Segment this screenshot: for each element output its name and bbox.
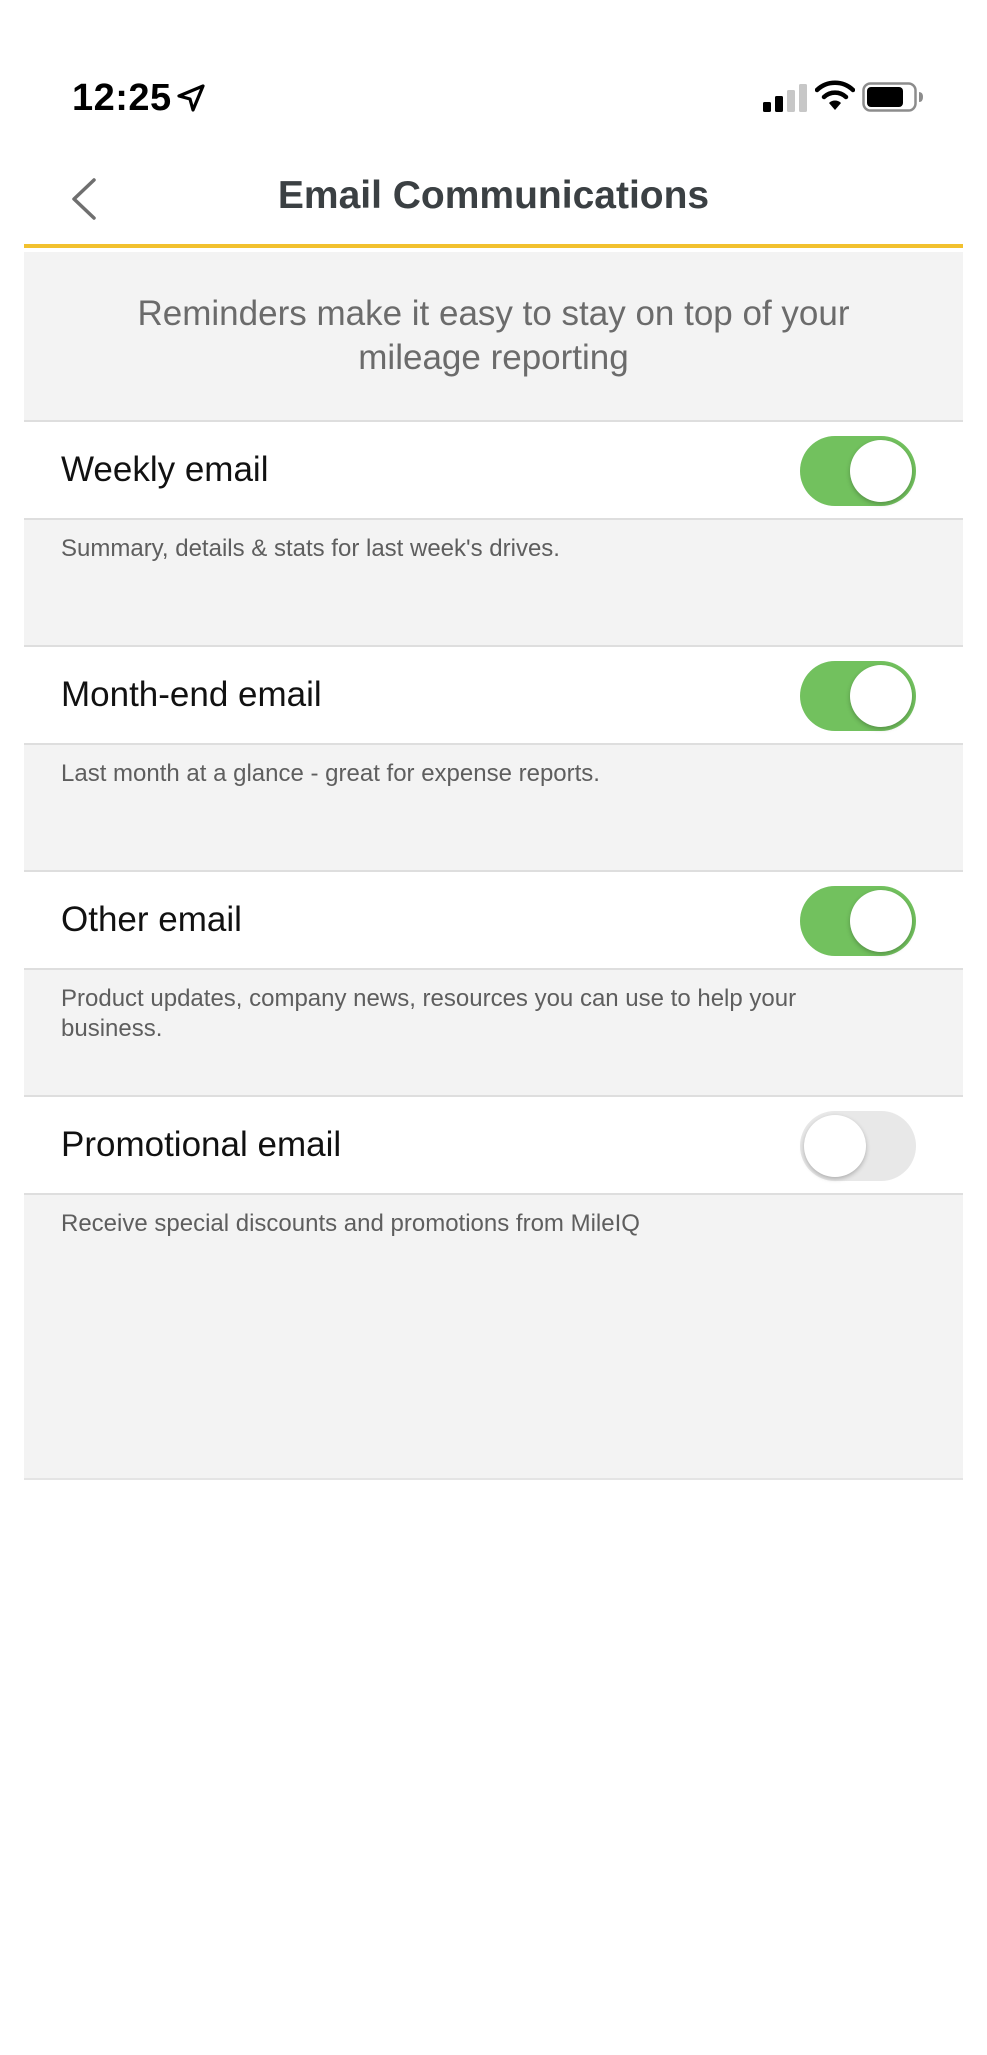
setting-row-promotional-email: Promotional email bbox=[24, 1097, 963, 1195]
toggle-knob bbox=[850, 890, 912, 952]
month-end-email-toggle[interactable] bbox=[800, 661, 916, 731]
cellular-signal-icon bbox=[763, 84, 807, 112]
toggle-knob bbox=[850, 440, 912, 502]
other-email-toggle[interactable] bbox=[800, 886, 916, 956]
setting-row-month-end-email: Month-end email bbox=[24, 647, 963, 745]
intro-text: Reminders make it easy to stay on top of… bbox=[24, 252, 963, 422]
status-bar: 12:25 bbox=[0, 0, 987, 140]
setting-description: Product updates, company news, resources… bbox=[24, 970, 963, 1097]
wifi-icon bbox=[815, 80, 855, 110]
settings-panel: Reminders make it easy to stay on top of… bbox=[24, 252, 963, 1480]
weekly-email-toggle[interactable] bbox=[800, 436, 916, 506]
status-time: 12:25 bbox=[72, 77, 172, 119]
setting-description: Summary, details & stats for last week's… bbox=[24, 520, 963, 647]
battery-icon bbox=[862, 82, 923, 112]
page-title: Email Communications bbox=[277, 174, 710, 217]
setting-row-weekly-email: Weekly email bbox=[24, 422, 963, 520]
toggle-knob bbox=[850, 665, 912, 727]
toggle-knob bbox=[804, 1115, 866, 1177]
setting-label: Weekly email bbox=[61, 450, 269, 489]
setting-label: Promotional email bbox=[61, 1125, 342, 1164]
setting-description: Receive special discounts and promotions… bbox=[61, 1210, 640, 1237]
setting-label: Other email bbox=[61, 900, 242, 939]
setting-label: Month-end email bbox=[61, 675, 322, 714]
setting-description: Last month at a glance - great for expen… bbox=[24, 745, 963, 872]
promotional-email-toggle[interactable] bbox=[800, 1111, 916, 1181]
setting-row-other-email: Other email bbox=[24, 872, 963, 970]
location-arrow-icon bbox=[177, 84, 205, 112]
nav-header: Email Communications bbox=[24, 140, 963, 248]
